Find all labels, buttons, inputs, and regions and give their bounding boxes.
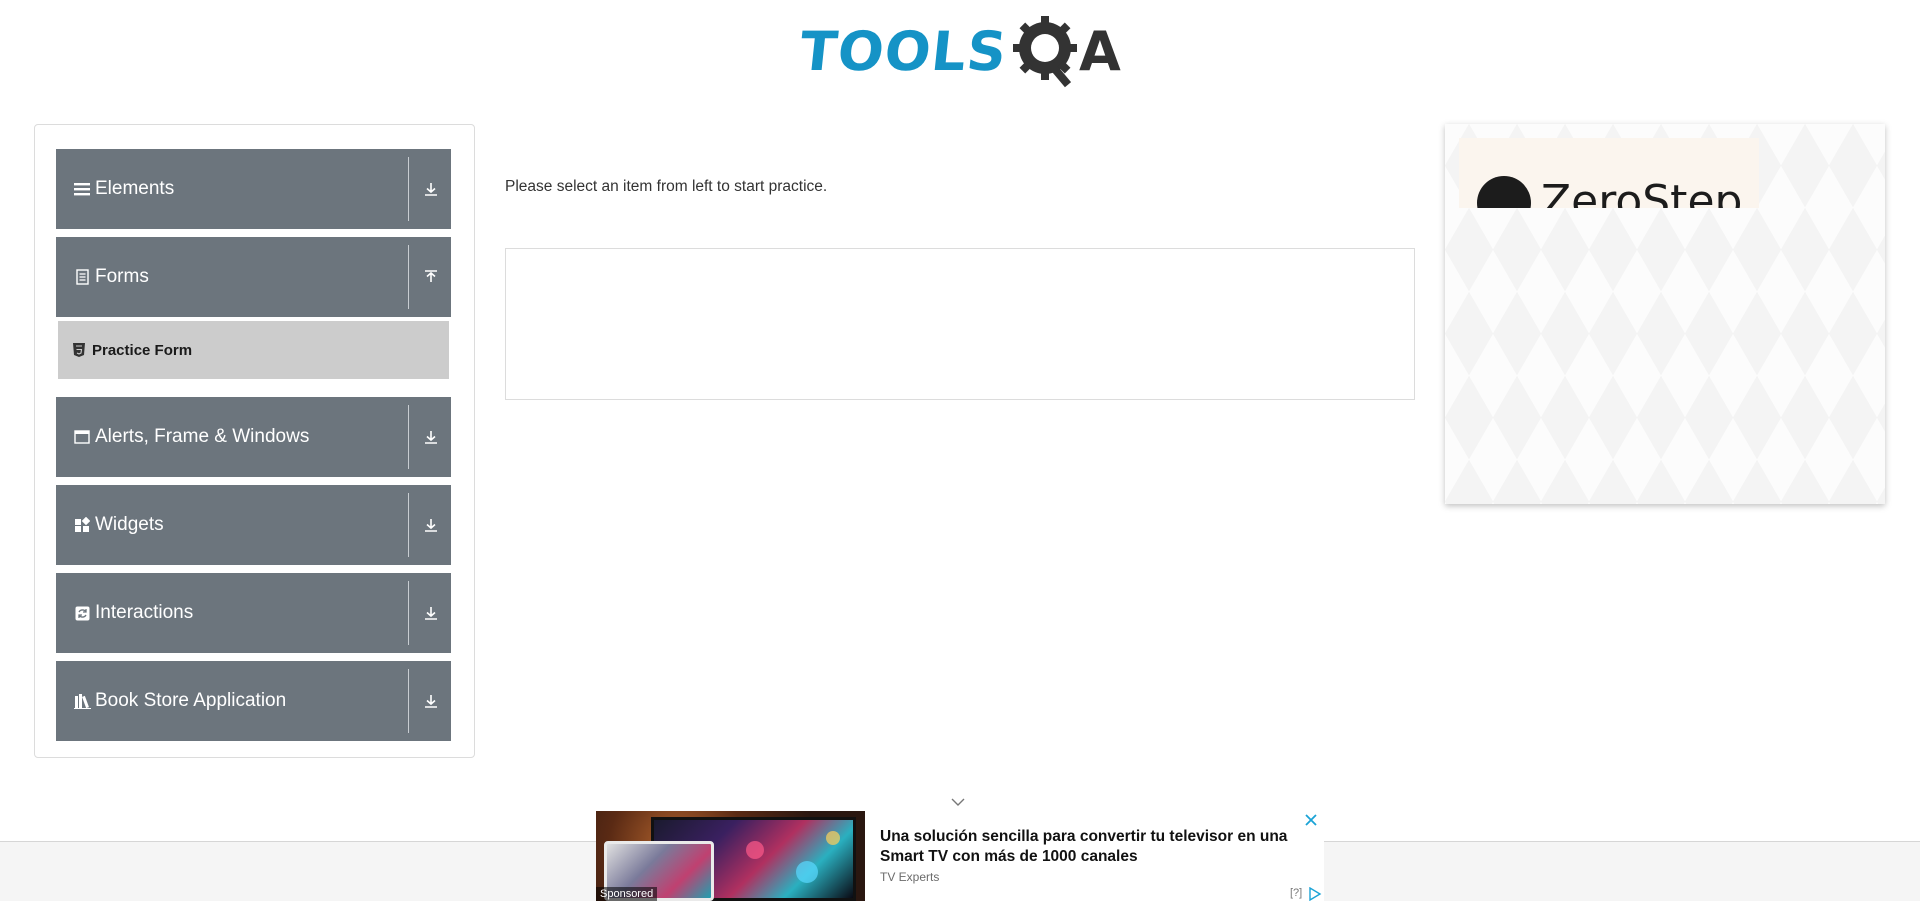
download-arrow-icon[interactable] (421, 603, 441, 623)
ad-info-link[interactable]: [?] (1290, 887, 1302, 899)
window-icon (73, 428, 91, 446)
bokeh-dot (826, 831, 840, 845)
nav-item-label: Practice Form (92, 341, 193, 359)
ad-title[interactable]: Una solución sencilla para convertir tu … (880, 827, 1300, 867)
divider (408, 581, 409, 645)
download-arrow-icon[interactable] (421, 427, 441, 447)
nav-group-label: Alerts, Frame & Windows (95, 426, 310, 447)
divider (408, 669, 409, 733)
left-navigation-panel: Elements Forms Practice Form Alerts, Fra… (34, 124, 475, 758)
download-arrow-icon[interactable] (421, 179, 441, 199)
adchoices-icon[interactable] (1308, 887, 1322, 901)
nav-group-widgets[interactable]: Widgets (56, 485, 451, 565)
gear-magnifier-icon (1012, 16, 1077, 88)
bottom-ad-banner[interactable]: Sponsored Una solución sencilla para con… (596, 811, 1324, 901)
logo-text-tools: TOOLS (796, 20, 1011, 83)
hamburger-icon (73, 180, 91, 198)
nav-group-label: Book Store Application (95, 690, 287, 711)
header: TOOLS A (0, 0, 1920, 100)
logo-text-a: A (1078, 20, 1121, 83)
close-icon[interactable] (1304, 813, 1318, 827)
nav-group-label: Interactions (95, 602, 194, 623)
chevron-down-icon[interactable] (950, 796, 966, 808)
nav-group-label: Elements (95, 178, 175, 199)
ad-source[interactable]: TV Experts (880, 870, 939, 884)
sponsored-label: Sponsored (596, 887, 658, 901)
nav-group-interactions[interactable]: Interactions (56, 573, 451, 653)
right-ad-banner[interactable]: ZeroStep (1445, 124, 1885, 504)
nav-group-elements[interactable]: Elements (56, 149, 451, 229)
select-item-prompt: Please select an item from left to start… (505, 178, 828, 195)
interactions-icon (73, 604, 91, 622)
nav-group-forms[interactable]: Forms (56, 237, 451, 317)
divider (408, 157, 409, 221)
zerostep-logo-icon (1477, 176, 1531, 208)
bokeh-dot (796, 861, 818, 883)
ad-image[interactable]: Sponsored (596, 811, 865, 901)
divider (408, 245, 409, 309)
zerostep-brand-text: ZeroStep (1541, 176, 1743, 208)
html5-icon (72, 343, 86, 357)
books-icon (73, 692, 91, 710)
content-area (505, 248, 1415, 400)
divider (408, 405, 409, 469)
bokeh-dot (746, 841, 764, 859)
nav-item-practice-form[interactable]: Practice Form (56, 319, 451, 381)
zerostep-banner[interactable]: ZeroStep (1459, 138, 1759, 208)
nav-group-alerts-frame-windows[interactable]: Alerts, Frame & Windows (56, 397, 451, 477)
nav-group-label: Forms (95, 266, 149, 287)
divider (408, 493, 409, 557)
toolsqa-logo[interactable]: TOOLS A (796, 14, 1126, 90)
nav-group-book-store-application[interactable]: Book Store Application (56, 661, 451, 741)
download-arrow-icon[interactable] (421, 515, 441, 535)
download-arrow-icon[interactable] (421, 691, 441, 711)
widgets-icon (73, 516, 91, 534)
upload-arrow-icon[interactable] (421, 267, 441, 287)
document-icon (73, 268, 91, 286)
nav-group-label: Widgets (95, 514, 164, 535)
